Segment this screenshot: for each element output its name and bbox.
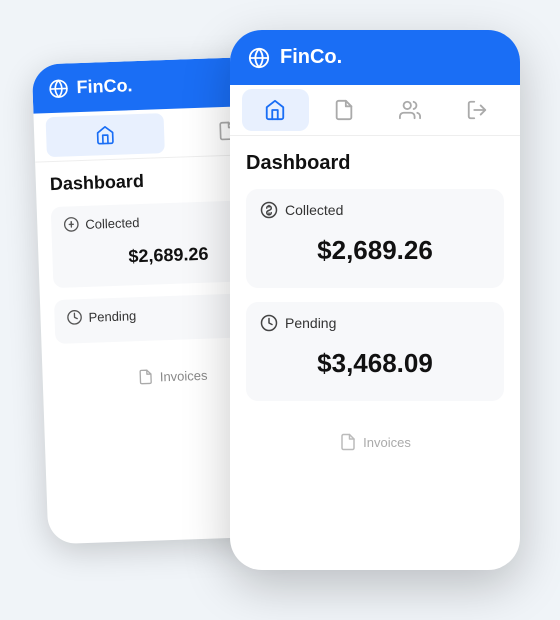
globe-icon bbox=[48, 78, 69, 99]
users-icon-front bbox=[399, 99, 421, 121]
home-icon-front bbox=[264, 99, 286, 121]
front-content: Dashboard Collected $2,689.26 bbox=[230, 136, 520, 485]
front-pending-label: Pending bbox=[260, 314, 490, 332]
logout-icon-front bbox=[466, 99, 488, 121]
front-nav-home[interactable] bbox=[242, 89, 309, 131]
front-bottom-nav[interactable]: Invoices bbox=[246, 415, 504, 469]
front-nav-bar bbox=[230, 85, 520, 136]
front-nav-logout[interactable] bbox=[444, 85, 511, 135]
collected-label-text: Collected bbox=[285, 202, 343, 218]
invoice-icon-back bbox=[138, 369, 155, 386]
documents-icon-front bbox=[333, 99, 355, 121]
globe-icon-front bbox=[248, 47, 270, 69]
scene: FinCo. Dashboard bbox=[40, 30, 520, 590]
phone-front: FinCo. bbox=[230, 30, 520, 570]
front-pending-card: Pending $3,468.09 bbox=[246, 302, 504, 401]
front-invoices-label: Invoices bbox=[363, 435, 411, 450]
front-collected-card: Collected $2,689.26 bbox=[246, 189, 504, 288]
back-brand: FinCo. bbox=[76, 75, 133, 98]
front-collected-label: Collected bbox=[260, 201, 490, 219]
home-icon bbox=[95, 125, 116, 146]
front-page-title: Dashboard bbox=[246, 152, 504, 175]
clock-icon-front bbox=[260, 314, 278, 332]
front-collected-value: $2,689.26 bbox=[260, 225, 490, 276]
clock-icon-back bbox=[66, 309, 83, 326]
front-nav-users[interactable] bbox=[377, 85, 444, 135]
front-pending-value: $3,468.09 bbox=[260, 338, 490, 389]
invoice-icon-front bbox=[339, 433, 357, 451]
pending-label-text: Pending bbox=[285, 315, 336, 331]
front-nav-docs[interactable] bbox=[311, 85, 378, 135]
front-brand: FinCo. bbox=[280, 46, 342, 69]
back-nav-home[interactable] bbox=[46, 113, 165, 157]
dollar-icon-back bbox=[63, 216, 80, 233]
front-header: FinCo. bbox=[230, 30, 520, 85]
dollar-circle-icon bbox=[260, 201, 278, 219]
